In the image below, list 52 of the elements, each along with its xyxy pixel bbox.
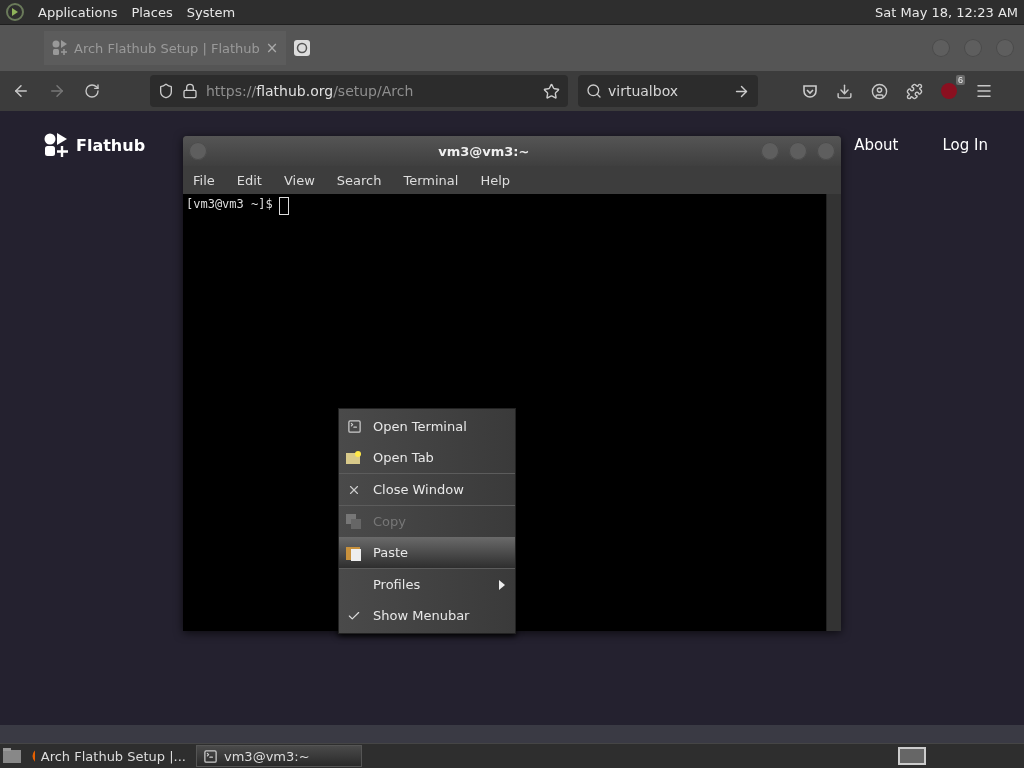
search-icon	[586, 83, 602, 99]
workspace-switcher[interactable]	[898, 747, 926, 765]
flathub-logo-icon	[44, 133, 68, 157]
terminal-icon	[203, 748, 218, 764]
menu-item[interactable]: Show Menubar	[339, 600, 515, 631]
copy-icon	[346, 514, 362, 529]
shell-prompt: [vm3@vm3 ~]$	[186, 197, 273, 211]
panel-menu[interactable]: System	[186, 4, 236, 20]
scrollbar[interactable]	[826, 194, 841, 631]
task-button[interactable]: Arch Flathub Setup |...	[26, 745, 192, 767]
menu-item[interactable]: Open Terminal	[339, 411, 515, 442]
folder-icon	[346, 450, 362, 465]
terminal-icon	[346, 419, 362, 434]
menu-item[interactable]: File	[193, 172, 215, 188]
menu-item[interactable]: View	[283, 172, 315, 188]
address-field[interactable]: https://flathub.org/setup/Arch	[150, 75, 568, 107]
clock: Sat May 18, 12:23 AM	[875, 4, 1018, 20]
text-cursor	[278, 197, 289, 215]
logo-icon	[6, 3, 24, 21]
menu-icon	[975, 82, 993, 100]
menu-item[interactable]: Search	[336, 172, 382, 188]
reload-icon	[84, 83, 100, 99]
download-icon	[836, 82, 853, 100]
menu-item[interactable]: Help	[480, 172, 511, 188]
puzzle-icon	[906, 82, 923, 100]
menu-item[interactable]: Edit	[236, 172, 262, 188]
menu-item[interactable]: Terminal	[403, 172, 459, 188]
shield-icon	[158, 83, 174, 99]
desktop-icon[interactable]	[2, 747, 22, 765]
panel-menu[interactable]: Places	[131, 4, 173, 20]
menu-item[interactable]: Profiles	[339, 569, 515, 600]
menu-item[interactable]: Paste	[339, 537, 515, 568]
nav-link[interactable]: Log In	[942, 136, 988, 154]
lock-icon	[182, 83, 198, 99]
shield-logo-icon	[941, 83, 957, 99]
star-icon[interactable]	[543, 82, 560, 100]
pocket-icon	[802, 83, 818, 99]
panel-menu[interactable]: Applications	[38, 4, 118, 20]
brand-name: Flathub	[76, 135, 146, 155]
account-icon	[871, 82, 888, 100]
menu-item[interactable]: Close Window	[339, 474, 515, 505]
task-button[interactable]: vm3@vm3:~	[196, 745, 362, 767]
count-badge: 6	[956, 75, 965, 85]
forward-arrow-icon	[48, 82, 66, 100]
flathub-icon	[52, 40, 68, 56]
search-field[interactable]: virtualbox	[578, 75, 758, 107]
clipboard-icon	[346, 544, 362, 561]
window-title: vm3@vm3:~	[437, 143, 531, 159]
submenu-arrow-icon	[499, 579, 505, 590]
menu-item[interactable]: Open Tab	[339, 442, 515, 473]
nav-link[interactable]: About	[854, 136, 899, 154]
spiral-icon[interactable]	[294, 40, 311, 56]
